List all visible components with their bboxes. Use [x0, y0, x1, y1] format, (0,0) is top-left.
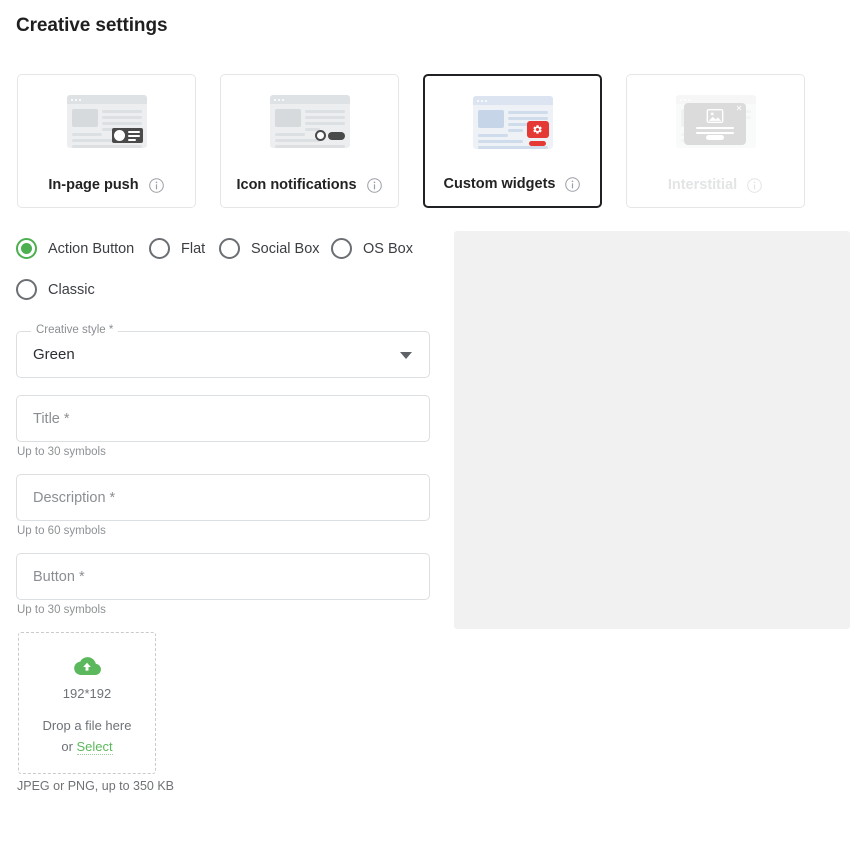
radio-action-button[interactable]: Action Button — [16, 238, 149, 259]
radio-flat[interactable]: Flat — [149, 238, 219, 259]
radio-label: Social Box — [251, 240, 320, 257]
card-footer: Custom widgets — [425, 162, 600, 206]
radio-social-box[interactable]: Social Box — [219, 238, 331, 259]
radio-label: OS Box — [363, 240, 413, 257]
button-placeholder: Button * — [33, 568, 85, 585]
title-helper-text: Up to 30 symbols — [17, 446, 106, 458]
dropzone-select-link[interactable]: Select — [76, 739, 113, 755]
title-input[interactable]: Title * — [16, 395, 430, 442]
format-card-group: In-page push Icon notifications Custom w… — [17, 74, 805, 208]
widget-button-pill — [528, 141, 546, 146]
description-input[interactable]: Description * — [16, 474, 430, 521]
dropzone-format-note: JPEG or PNG, up to 350 KB — [17, 779, 175, 793]
radio-dot — [219, 238, 240, 259]
button-helper-text: Up to 30 symbols — [17, 604, 106, 616]
button-input[interactable]: Button * — [16, 553, 430, 600]
close-icon: ✕ — [735, 104, 743, 113]
info-icon — [746, 177, 763, 194]
info-icon[interactable] — [366, 177, 383, 194]
cloud-upload-icon — [74, 657, 101, 675]
chevron-down-icon[interactable] — [400, 351, 412, 359]
creative-style-select[interactable]: Creative style * Green — [16, 324, 430, 378]
dropzone-drop-text: Drop a file here — [42, 718, 132, 733]
format-card-custom-widgets[interactable]: Custom widgets — [423, 74, 602, 208]
icon-notifications-thumb — [267, 92, 353, 150]
image-icon — [706, 109, 723, 123]
dropzone-size-hint: 192*192 — [62, 686, 112, 701]
radio-label: Flat — [181, 240, 206, 257]
in-page-push-thumb — [64, 92, 150, 150]
creative-style-value: Green — [33, 346, 75, 363]
gear-badge — [526, 121, 549, 138]
title-placeholder: Title * — [33, 410, 70, 427]
radio-label: Classic — [48, 281, 95, 298]
gear-icon — [533, 125, 542, 134]
card-footer: In-page push — [18, 163, 195, 207]
page-title: Creative settings — [16, 15, 168, 36]
info-icon[interactable] — [148, 177, 165, 194]
radio-dot — [149, 238, 170, 259]
card-label: In-page push — [48, 177, 139, 193]
radio-label: Action Button — [48, 240, 135, 257]
dropzone-or-text: or — [61, 739, 77, 754]
dropzone-or-row: or Select — [61, 739, 113, 755]
radio-row-1: Action Button Flat Social Box OS Box — [16, 238, 436, 259]
card-footer: Interstitial — [627, 163, 804, 207]
creative-preview-panel — [454, 231, 850, 629]
creative-style-label: Creative style * — [31, 324, 119, 337]
radio-os-box[interactable]: OS Box — [331, 238, 413, 259]
card-footer: Icon notifications — [221, 163, 398, 207]
push-badge — [111, 128, 143, 143]
radio-dot — [331, 238, 352, 259]
description-helper-text: Up to 60 symbols — [17, 525, 106, 537]
card-label: Icon notifications — [236, 177, 357, 193]
creative-style-radio-group: Action Button Flat Social Box OS Box Cla… — [16, 238, 436, 300]
format-card-icon-notifications[interactable]: Icon notifications — [220, 74, 399, 208]
format-card-in-page-push[interactable]: In-page push — [17, 74, 196, 208]
radio-row-2: Classic — [16, 279, 436, 300]
image-dropzone[interactable]: 192*192 Drop a file here or Select — [18, 632, 156, 774]
card-label: Interstitial — [667, 177, 738, 193]
info-icon[interactable] — [564, 176, 581, 193]
format-card-interstitial: ✕ Interstitial — [626, 74, 805, 208]
custom-widgets-thumb — [470, 93, 556, 151]
creative-settings-page: Creative settings In-page push Icon noti… — [0, 0, 866, 845]
radio-dot — [16, 279, 37, 300]
radio-classic[interactable]: Classic — [16, 279, 95, 300]
card-label: Custom widgets — [443, 176, 556, 192]
interstitial-overlay: ✕ — [683, 103, 746, 145]
interstitial-thumb: ✕ — [673, 92, 759, 150]
radio-dot — [16, 238, 37, 259]
icon-notification-badge — [314, 130, 345, 141]
description-placeholder: Description * — [33, 489, 116, 506]
